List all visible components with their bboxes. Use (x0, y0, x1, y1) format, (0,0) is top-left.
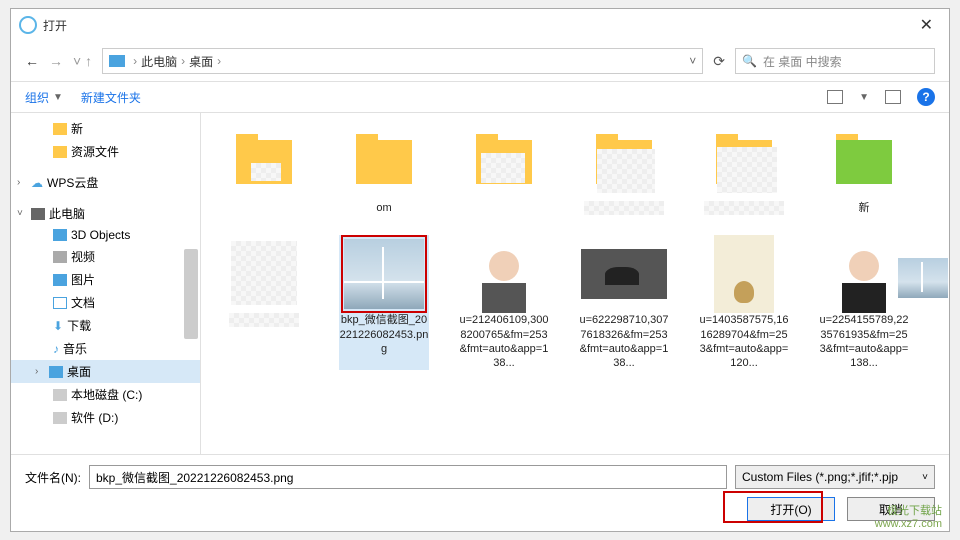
sidebar-item-this-pc[interactable]: ˅此电脑 (11, 202, 200, 225)
close-icon[interactable]: ✕ (912, 15, 941, 35)
sidebar-item-videos[interactable]: ›视频 (11, 245, 200, 268)
location-icon (109, 55, 125, 67)
image-thumbnail (832, 235, 896, 313)
nav-bar: ← → ˅ ↑ › 此电脑 › 桌面 › ˅ ⟳ 🔍 在 桌面 中搜索 (11, 41, 949, 81)
search-placeholder: 在 桌面 中搜索 (763, 53, 842, 70)
folder-item[interactable]: om (339, 123, 429, 215)
sidebar-item-disk-d[interactable]: ›软件 (D:) (11, 406, 200, 429)
image-thumbnail (472, 235, 536, 313)
help-icon[interactable]: ? (917, 88, 935, 106)
3d-objects-icon (53, 229, 67, 241)
file-item[interactable] (219, 235, 309, 370)
breadcrumb-folder[interactable]: 桌面 (189, 53, 213, 70)
folder-item[interactable] (699, 123, 789, 215)
file-item-selected[interactable]: bkp_微信截图_20221226082453.png (339, 235, 429, 370)
filetype-select[interactable]: Custom Files (*.png;*.jfif;*.pjp ˅ (735, 465, 935, 489)
sidebar-item-downloads[interactable]: ›⬇下载 (11, 314, 200, 337)
sidebar: ›新 ›资源文件 ›☁WPS云盘 ˅此电脑 ›3D Objects ›视频 ›图… (11, 113, 201, 454)
chevron-down-icon[interactable]: ˅ (689, 54, 696, 68)
dialog-body: ›新 ›资源文件 ›☁WPS云盘 ˅此电脑 ›3D Objects ›视频 ›图… (11, 113, 949, 454)
open-button[interactable]: 打开(O) (747, 497, 835, 521)
image-thumbnail (714, 235, 774, 313)
music-icon: ♪ (53, 342, 59, 356)
pc-icon (31, 208, 45, 220)
image-thumbnail (344, 239, 424, 309)
search-input[interactable]: 🔍 在 桌面 中搜索 (735, 48, 935, 74)
file-item[interactable]: u=622298710,3077618326&fm=253&fmt=auto&a… (579, 235, 669, 370)
view-mode-icon[interactable] (827, 90, 843, 104)
sidebar-item-music[interactable]: ›♪音乐 (11, 337, 200, 360)
breadcrumb[interactable]: › 此电脑 › 桌面 › ˅ (102, 48, 703, 74)
chevron-down-icon[interactable]: ▼ (859, 92, 869, 103)
organize-button[interactable]: 组织 (25, 89, 49, 106)
back-icon[interactable]: ← (25, 53, 39, 69)
folder-item[interactable] (459, 123, 549, 215)
sidebar-item-documents[interactable]: ›文档 (11, 291, 200, 314)
cancel-button[interactable]: 取消 (847, 497, 935, 521)
folder-icon (53, 123, 67, 135)
floating-preview (898, 258, 948, 298)
sidebar-item-new[interactable]: ›新 (11, 117, 200, 140)
sidebar-item-3d-objects[interactable]: ›3D Objects (11, 225, 200, 245)
sidebar-item-resources[interactable]: ›资源文件 (11, 140, 200, 163)
folder-item[interactable] (219, 123, 309, 215)
sidebar-item-wps-cloud[interactable]: ›☁WPS云盘 (11, 171, 200, 194)
cloud-icon: ☁ (31, 176, 43, 190)
disk-icon (53, 389, 67, 401)
open-file-dialog: 打开 ✕ ← → ˅ ↑ › 此电脑 › 桌面 › ˅ ⟳ 🔍 在 桌面 中搜索… (10, 8, 950, 532)
file-pane: om 新 bkp_微信截图_20221226082453.png u=21240… (201, 113, 949, 454)
picture-icon (53, 274, 67, 286)
toolbar: 组织 ▼ 新建文件夹 ▼ ? (11, 81, 949, 113)
document-icon (53, 297, 67, 309)
forward-icon[interactable]: → (49, 53, 63, 69)
file-item[interactable]: u=212406109,3008200765&fm=253&fmt=auto&a… (459, 235, 549, 370)
refresh-icon[interactable]: ⟳ (713, 53, 725, 70)
app-icon (19, 16, 37, 34)
chevron-down-icon: ˅ (922, 472, 928, 483)
disk-icon (53, 412, 67, 424)
file-item[interactable]: u=1403587575,1616289704&fm=253&fmt=auto&… (699, 235, 789, 370)
folder-item[interactable] (579, 123, 669, 215)
download-icon: ⬇ (53, 319, 63, 333)
chevron-down-icon[interactable]: ▼ (53, 92, 63, 103)
preview-pane-icon[interactable] (885, 90, 901, 104)
dialog-title: 打开 (43, 17, 67, 34)
video-icon (53, 251, 67, 263)
search-icon: 🔍 (742, 54, 757, 68)
folder-item[interactable]: 新 (819, 123, 909, 215)
sidebar-item-disk-c[interactable]: ›本地磁盘 (C:) (11, 383, 200, 406)
sidebar-item-pictures[interactable]: ›图片 (11, 268, 200, 291)
desktop-icon (49, 366, 63, 378)
folder-icon (53, 146, 67, 158)
filename-label: 文件名(N): (25, 469, 81, 486)
titlebar: 打开 ✕ (11, 9, 949, 41)
new-folder-button[interactable]: 新建文件夹 (81, 89, 141, 106)
breadcrumb-root[interactable]: 此电脑 (141, 53, 177, 70)
filename-input[interactable] (89, 465, 727, 489)
dialog-footer: 文件名(N): Custom Files (*.png;*.jfif;*.pjp… (11, 454, 949, 531)
image-thumbnail (581, 249, 667, 299)
sidebar-item-desktop[interactable]: ›桌面 (11, 360, 200, 383)
up-icon[interactable]: ˅ ↑ (73, 53, 92, 69)
scrollbar[interactable] (184, 249, 198, 339)
file-item[interactable]: u=2254155789,2235761935&fm=253&fmt=auto&… (819, 235, 909, 370)
